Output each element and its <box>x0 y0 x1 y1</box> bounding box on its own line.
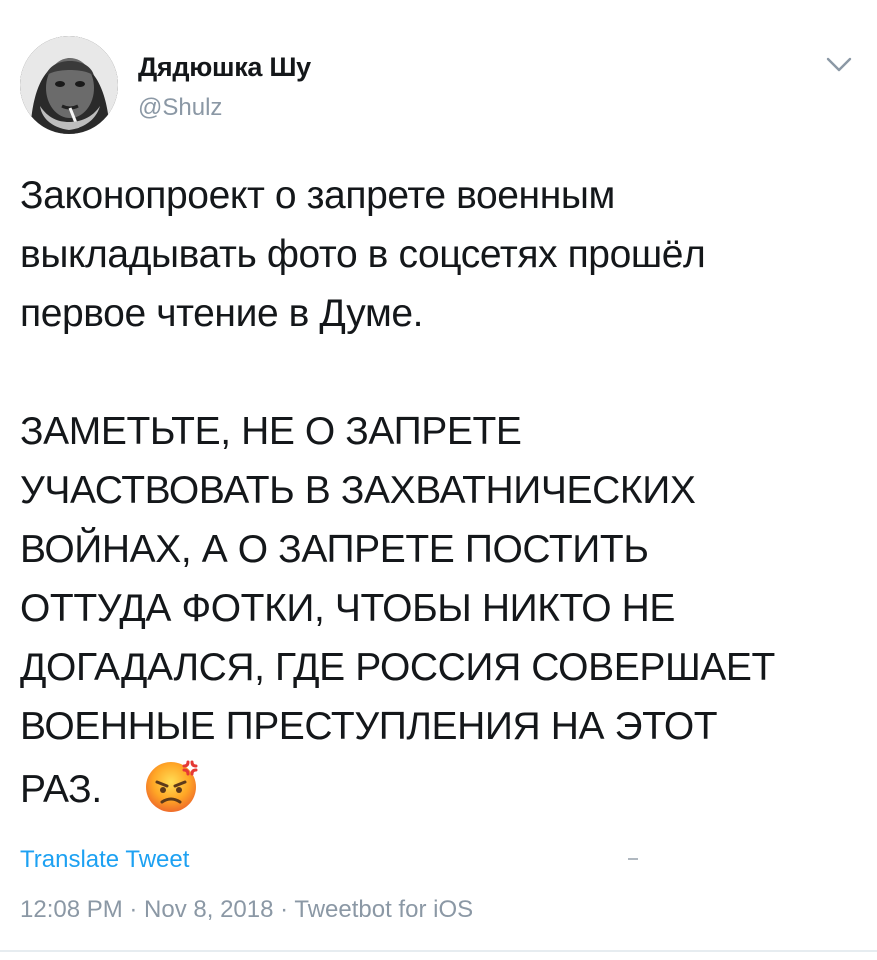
tweet-body: Законопроект о запрете военным выкладыва… <box>20 166 865 819</box>
tweet-paragraph-2: ЗАМЕТЬТЕ, НЕ О ЗАПРЕТЕ УЧАСТВОВАТЬ В ЗАХ… <box>20 410 775 811</box>
angry-face-emoji-icon <box>142 756 200 814</box>
bottom-divider <box>0 950 877 952</box>
translate-tweet-link[interactable]: Translate Tweet <box>20 846 189 874</box>
tweet-timestamp-source: 12:08 PM · Nov 8, 2018 · Tweetbot for iO… <box>20 896 474 923</box>
chevron-down-icon[interactable] <box>826 56 852 74</box>
author-handle[interactable]: @Shulz <box>138 94 222 122</box>
avatar[interactable] <box>20 36 118 134</box>
author-name[interactable]: Дядюшка Шу <box>138 52 311 83</box>
avatar-photo <box>20 36 118 134</box>
tweet-paragraph-2-text: ЗАМЕТЬТЕ, НЕ О ЗАПРЕТЕ УЧАСТВОВАТЬ В ЗАХ… <box>20 410 775 811</box>
tweet-paragraph-1: Законопроект о запрете военным выкладыва… <box>20 174 706 335</box>
divider-mark <box>628 858 638 860</box>
